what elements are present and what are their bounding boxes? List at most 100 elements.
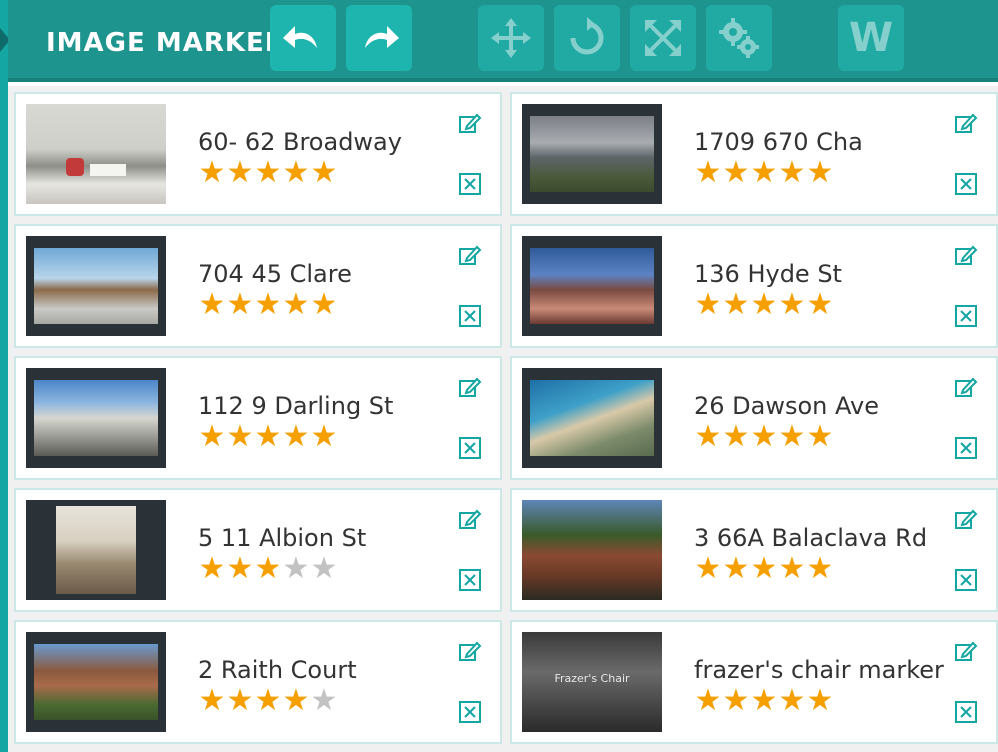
close-box-icon: [955, 305, 977, 327]
star-rating[interactable]: ★★★★★: [694, 686, 834, 716]
property-card[interactable]: 704 45 Clare ★★★★★: [14, 224, 502, 348]
property-card[interactable]: 3 66A Balaclava Rd ★★★★★: [510, 488, 998, 612]
delete-button[interactable]: [954, 700, 978, 724]
edit-icon: [459, 509, 482, 529]
close-box-icon: [459, 437, 481, 459]
property-title: 136 Hyde St: [694, 260, 842, 288]
star-icon: ★: [310, 551, 338, 586]
property-card[interactable]: 26 Dawson Ave ★★★★★: [510, 356, 998, 480]
property-title: 5 11 Albion St: [198, 524, 367, 552]
edit-button[interactable]: [954, 640, 978, 664]
delete-button[interactable]: [954, 304, 978, 328]
property-title: 3 66A Balaclava Rd: [694, 524, 928, 552]
expand-icon: [645, 20, 681, 56]
star-icon: ★: [722, 287, 750, 322]
star-rating[interactable]: ★★★★★: [694, 554, 834, 584]
star-icon: ★: [310, 419, 338, 454]
property-title: 112 9 Darling St: [198, 392, 394, 420]
edit-icon: [955, 641, 978, 661]
star-icon: ★: [722, 551, 750, 586]
expand-button[interactable]: [630, 5, 696, 71]
delete-button[interactable]: [458, 436, 482, 460]
close-box-icon: [955, 569, 977, 591]
delete-button[interactable]: [954, 172, 978, 196]
edit-button[interactable]: [458, 112, 482, 136]
close-box-icon: [955, 437, 977, 459]
star-icon: ★: [806, 287, 834, 322]
close-box-icon: [955, 173, 977, 195]
property-thumbnail: [522, 500, 662, 600]
star-icon: ★: [282, 683, 310, 718]
star-icon: ★: [198, 155, 226, 190]
property-title: frazer's chair marker: [694, 656, 944, 684]
star-icon: ★: [226, 683, 254, 718]
property-card[interactable]: 112 9 Darling St ★★★★★: [14, 356, 502, 480]
edit-button[interactable]: [954, 376, 978, 400]
star-rating[interactable]: ★★★★★: [198, 422, 338, 452]
edit-button[interactable]: [954, 244, 978, 268]
star-icon: ★: [778, 683, 806, 718]
property-card[interactable]: 5 11 Albion St ★★★★★: [14, 488, 502, 612]
property-grid: 60- 62 Broadway ★★★★★ 1709 670 Cha ★★★★★: [8, 86, 998, 752]
delete-button[interactable]: [954, 436, 978, 460]
star-icon: ★: [310, 287, 338, 322]
redo-arrow-icon: [365, 26, 399, 48]
star-icon: ★: [778, 419, 806, 454]
star-icon: ★: [806, 683, 834, 718]
star-icon: ★: [254, 419, 282, 454]
edit-button[interactable]: [458, 508, 482, 532]
property-title: 60- 62 Broadway: [198, 128, 402, 156]
property-thumbnail: [522, 104, 662, 204]
property-card[interactable]: 1709 670 Cha ★★★★★: [510, 92, 998, 216]
property-card[interactable]: Frazer's Chair frazer's chair marker ★★★…: [510, 620, 998, 744]
star-icon: ★: [694, 155, 722, 190]
property-thumbnail: [26, 500, 166, 600]
redo-button[interactable]: [346, 5, 412, 71]
star-rating[interactable]: ★★★★★: [694, 422, 834, 452]
left-edge-strip: [0, 0, 10, 752]
star-rating[interactable]: ★★★★★: [694, 290, 834, 320]
edit-button[interactable]: [954, 112, 978, 136]
rotate-button[interactable]: [554, 5, 620, 71]
edit-button[interactable]: [954, 508, 978, 532]
w-button[interactable]: W: [838, 5, 904, 71]
undo-button[interactable]: [270, 5, 336, 71]
edit-icon: [459, 641, 482, 661]
delete-button[interactable]: [954, 568, 978, 592]
edit-button[interactable]: [458, 640, 482, 664]
edit-icon: [459, 113, 482, 133]
edit-icon: [955, 509, 978, 529]
property-thumbnail: [26, 632, 166, 732]
star-rating[interactable]: ★★★★★: [198, 158, 338, 188]
w-button-label: W: [848, 15, 894, 61]
settings-button[interactable]: [706, 5, 772, 71]
star-icon: ★: [226, 287, 254, 322]
delete-button[interactable]: [458, 700, 482, 724]
star-icon: ★: [254, 155, 282, 190]
edit-button[interactable]: [458, 376, 482, 400]
undo-arrow-icon: [283, 26, 317, 48]
delete-button[interactable]: [458, 304, 482, 328]
close-box-icon: [459, 569, 481, 591]
delete-button[interactable]: [458, 172, 482, 196]
property-card[interactable]: 60- 62 Broadway ★★★★★: [14, 92, 502, 216]
star-icon: ★: [694, 287, 722, 322]
star-rating[interactable]: ★★★★★: [198, 290, 338, 320]
star-rating[interactable]: ★★★★★: [198, 686, 338, 716]
star-icon: ★: [694, 551, 722, 586]
delete-button[interactable]: [458, 568, 482, 592]
star-icon: ★: [778, 287, 806, 322]
star-rating[interactable]: ★★★★★: [694, 158, 834, 188]
close-box-icon: [459, 305, 481, 327]
star-rating[interactable]: ★★★★★: [198, 554, 338, 584]
star-icon: ★: [254, 683, 282, 718]
star-icon: ★: [282, 287, 310, 322]
property-title: 26 Dawson Ave: [694, 392, 879, 420]
star-icon: ★: [310, 683, 338, 718]
property-card[interactable]: 2 Raith Court ★★★★★: [14, 620, 502, 744]
edit-button[interactable]: [458, 244, 482, 268]
move-button[interactable]: [478, 5, 544, 71]
property-thumbnail: [522, 236, 662, 336]
property-card[interactable]: 136 Hyde St ★★★★★: [510, 224, 998, 348]
star-icon: ★: [750, 287, 778, 322]
